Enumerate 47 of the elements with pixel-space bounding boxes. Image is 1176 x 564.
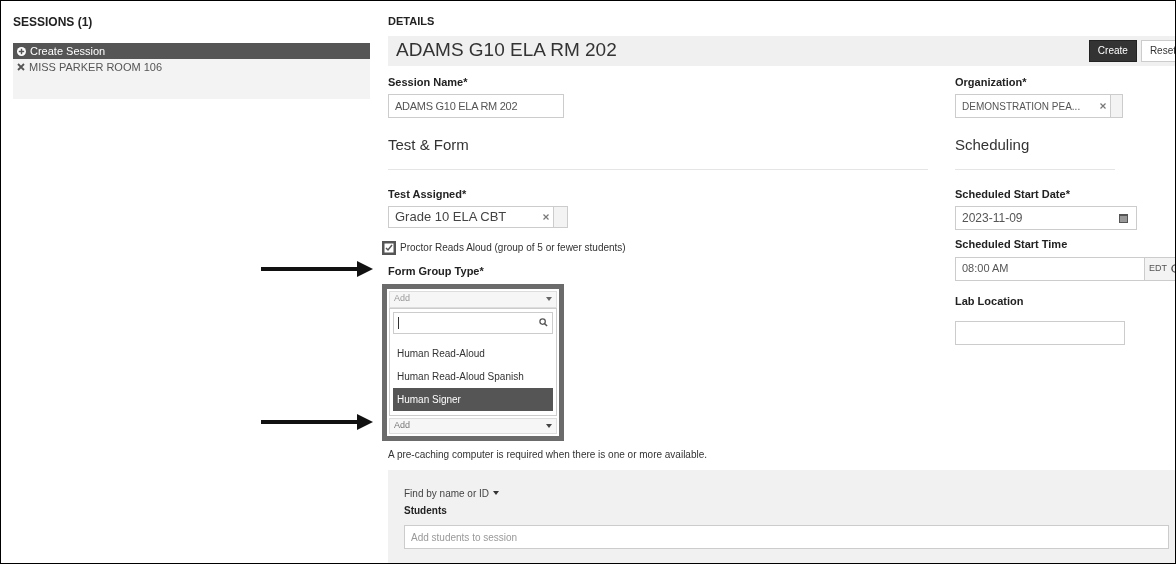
dropdown-toggle[interactable] bbox=[1110, 95, 1122, 117]
info-text: A pre-caching computer is required when there is one or more available. bbox=[388, 447, 708, 462]
dropdown-option[interactable]: Human Signer bbox=[393, 387, 553, 411]
checkbox[interactable] bbox=[382, 240, 396, 255]
field-label: Form Group Type* bbox=[388, 264, 484, 279]
lab-location-field[interactable] bbox=[955, 321, 1125, 345]
dropdown-search-field[interactable] bbox=[393, 311, 553, 334]
field-label: Scheduled Start Date* bbox=[955, 186, 1070, 202]
find-by-dropdown[interactable]: Find by name or ID bbox=[404, 485, 500, 501]
clear-icon[interactable] bbox=[543, 214, 549, 220]
field-label: Session Name* bbox=[388, 74, 468, 90]
date-field[interactable]: 2023-11-09 bbox=[955, 206, 1137, 230]
caret-icon bbox=[546, 423, 552, 428]
field-label: Lab Location bbox=[955, 293, 1024, 309]
panel-heading: DETAILS bbox=[388, 14, 435, 29]
session-item[interactable]: Create Session bbox=[13, 43, 370, 59]
time-field[interactable]: 08:00 AM EDT bbox=[955, 256, 1175, 281]
dropdown-option[interactable]: Human Read-Aloud bbox=[393, 341, 553, 365]
field-label: Organization* bbox=[955, 74, 1027, 90]
checkbox-label: Proctor Reads Aloud (group of 5 or fewer students) bbox=[400, 241, 626, 255]
search-icon bbox=[539, 318, 548, 327]
reset-button[interactable]: Reset bbox=[1140, 39, 1175, 62]
caret-icon bbox=[493, 491, 500, 495]
students-field[interactable]: Add students to session bbox=[404, 525, 1169, 549]
panel-heading: SESSIONS (1) bbox=[13, 14, 93, 31]
form-group-select[interactable]: Add bbox=[389, 417, 557, 434]
organization-select[interactable]: DEMONSTRATION PEA... bbox=[955, 94, 1123, 118]
clear-icon[interactable] bbox=[1100, 103, 1106, 109]
dropdown-toggle[interactable] bbox=[553, 207, 567, 227]
arrow-icon bbox=[261, 261, 373, 277]
session-item[interactable]: MISS PARKER ROOM 106 bbox=[13, 59, 370, 75]
session-name-field[interactable]: ADAMS G10 ELA RM 202 bbox=[388, 94, 564, 118]
section-heading: Test & Form bbox=[388, 135, 469, 155]
field-label: Scheduled Start Time bbox=[955, 237, 1068, 252]
section-heading: Scheduling bbox=[955, 135, 1030, 155]
test-select[interactable]: Grade 10 ELA CBT bbox=[388, 206, 568, 228]
create-button[interactable]: Create bbox=[1088, 39, 1137, 62]
timezone-addon[interactable]: EDT bbox=[1144, 257, 1175, 280]
field-label: Test Assigned* bbox=[388, 186, 467, 202]
session-title: ADAMS G10 ELA RM 202 bbox=[396, 38, 617, 63]
dropdown-option[interactable]: Human Read-Aloud Spanish bbox=[393, 364, 553, 388]
close-icon bbox=[17, 63, 25, 71]
caret-icon bbox=[546, 297, 552, 301]
students-label: Students bbox=[404, 503, 447, 518]
calendar-icon[interactable] bbox=[1119, 213, 1128, 223]
arrow-icon bbox=[261, 414, 373, 430]
plus-circle-icon bbox=[17, 46, 26, 56]
